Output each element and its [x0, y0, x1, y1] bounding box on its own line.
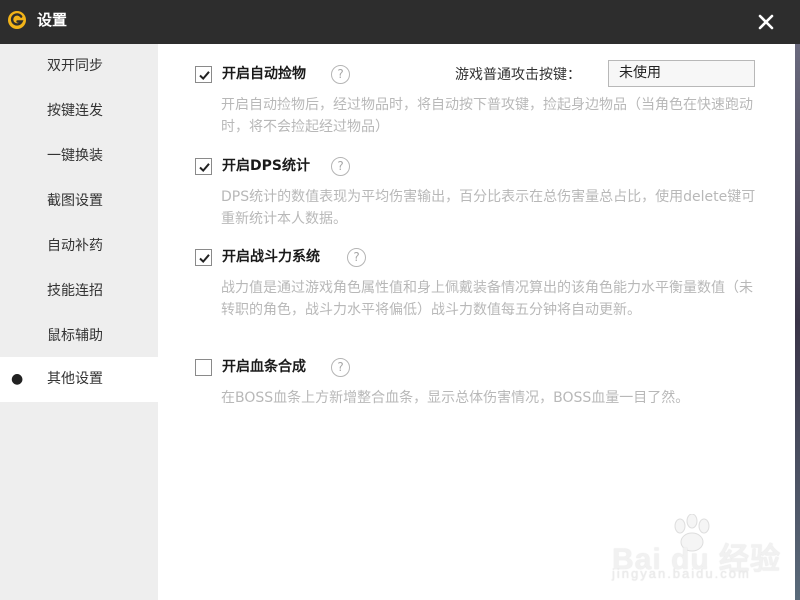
sidebar-item-screenshot[interactable]: 截图设置 — [0, 179, 158, 224]
hp-bar-merge-checkbox[interactable] — [195, 359, 212, 376]
sidebar-item-other[interactable]: ● 其他设置 — [0, 357, 158, 402]
sidebar-item-label: 其他设置 — [47, 371, 103, 387]
sidebar-item-label: 一键换装 — [47, 148, 103, 164]
window-title: 设置 — [37, 11, 68, 29]
sidebar-item-quick-equip[interactable]: 一键换装 — [0, 134, 158, 179]
checkmark-icon — [199, 163, 210, 173]
title-bar: 设置 — [0, 0, 800, 44]
sidebar-item-label: 技能连招 — [47, 283, 103, 299]
help-icon[interactable]: ? — [331, 157, 350, 176]
sidebar-item-skill-combo[interactable]: 技能连招 — [0, 269, 158, 314]
active-bullet-icon: ● — [11, 371, 24, 387]
sidebar-item-mouse-assist[interactable]: 鼠标辅助 — [0, 314, 158, 359]
hp-bar-merge-description: 在BOSS血条上方新增整合血条，显示总体伤害情况，BOSS血量一目了然。 — [221, 390, 690, 406]
sidebar-item-dual-sync[interactable]: 双开同步 — [0, 44, 158, 89]
help-icon[interactable]: ? — [331, 65, 350, 84]
sidebar-item-label: 鼠标辅助 — [47, 328, 103, 344]
auto-pickup-label: 开启自动捡物 — [222, 66, 306, 82]
sidebar-item-auto-potion[interactable]: 自动补药 — [0, 224, 158, 269]
background-edge — [795, 44, 800, 600]
combat-power-checkbox[interactable] — [195, 249, 212, 266]
help-icon[interactable]: ? — [331, 358, 350, 377]
close-icon[interactable] — [752, 8, 780, 36]
auto-pickup-description: 开启自动捡物后，经过物品时，将自动按下普攻键，捡起身边物品（当角色在快速跑动时，… — [221, 97, 753, 135]
app-logo-icon — [8, 11, 26, 29]
sidebar-item-label: 双开同步 — [47, 58, 103, 74]
attack-key-input[interactable]: 未使用 — [608, 60, 755, 87]
help-icon[interactable]: ? — [347, 248, 366, 267]
sidebar-item-key-repeat[interactable]: 按键连发 — [0, 89, 158, 134]
hp-bar-merge-label: 开启血条合成 — [222, 359, 306, 375]
combat-power-description: 战力值是通过游戏角色属性值和身上佩戴装备情况算出的该角色能力水平衡量数值（未转职… — [221, 280, 753, 318]
sidebar-item-label: 截图设置 — [47, 193, 103, 209]
checkmark-icon — [199, 71, 210, 81]
checkmark-icon — [199, 254, 210, 264]
auto-pickup-checkbox[interactable] — [195, 66, 212, 83]
combat-power-label: 开启战斗力系统 — [222, 249, 320, 265]
sidebar-item-label: 自动补药 — [47, 238, 103, 254]
dps-stats-label: 开启DPS统计 — [222, 158, 310, 174]
settings-sidebar: 双开同步 按键连发 一键换装 截图设置 自动补药 技能连招 鼠标辅助 ● 其他设… — [0, 44, 158, 600]
attack-key-label: 游戏普通攻击按键： — [455, 67, 581, 83]
sidebar-item-label: 按键连发 — [47, 103, 103, 119]
dps-stats-description: DPS统计的数值表现为平均伤害输出，百分比表示在总伤害量总占比，使用delete… — [221, 189, 756, 227]
dps-stats-checkbox[interactable] — [195, 158, 212, 175]
